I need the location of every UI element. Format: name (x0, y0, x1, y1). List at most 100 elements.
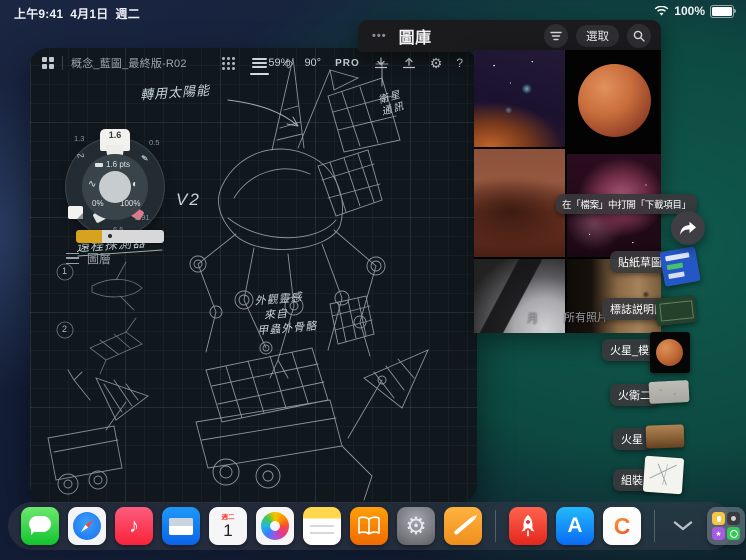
smoothing-icon: ∿ (88, 179, 97, 190)
file-thumb-assembly[interactable] (642, 455, 685, 495)
compass-icon (73, 512, 101, 540)
dock-divider (495, 510, 496, 542)
search-button[interactable] (627, 24, 651, 48)
color-well[interactable] (99, 171, 131, 203)
active-color-amber[interactable] (76, 230, 102, 243)
stroke-size-value[interactable]: 1.6 pts (95, 160, 130, 169)
share-button[interactable] (671, 211, 705, 245)
annotation-number-2: 2 (61, 324, 68, 334)
opacity-icon: ◐ (132, 179, 139, 190)
file-thumb-mars[interactable] (645, 424, 685, 449)
photos-title: 圖庫 (398, 30, 432, 47)
concepts-toolbar: 概念_藍圖_最終版-R02 ◇ 59% 90° PRO ⚙ ? (30, 48, 477, 78)
layers-label: 圖層 (87, 252, 112, 266)
rotation-value[interactable]: 90° (304, 57, 321, 69)
layers-panel-icon[interactable] (250, 57, 269, 75)
app-calendar[interactable]: 週二 1 (209, 507, 247, 545)
annotation-version: V2 (176, 190, 201, 209)
app-library[interactable]: ★ (707, 507, 745, 545)
app-rocket[interactable] (509, 507, 547, 545)
blueprint-sketch[interactable] (30, 48, 477, 503)
app-mail[interactable] (162, 507, 200, 545)
color-bar[interactable] (76, 230, 164, 243)
file-thumb-deimos[interactable] (648, 379, 690, 405)
battery-percent: 100% (674, 4, 705, 18)
app-appstore[interactable]: A (556, 507, 594, 545)
tool-wheel[interactable]: 1.6 ✎ ∿ ✒ 1.3 0.5 2.91 6.5 1.6 pts ∿ ◐ 0… (63, 129, 167, 237)
filter-button[interactable] (544, 24, 568, 48)
gallery-icon[interactable] (42, 57, 54, 69)
app-notes[interactable] (303, 507, 341, 545)
photos-window-header: ••• 圖庫 選取 (358, 20, 661, 52)
window-more-icon[interactable]: ••• (372, 30, 387, 42)
filter-icon (550, 31, 562, 41)
calendar-weekday: 週二 (221, 514, 235, 521)
dock-divider (654, 510, 655, 542)
file-thumb-logo-diagram[interactable] (654, 294, 698, 327)
paper-swatch-icon[interactable] (68, 206, 83, 219)
export-icon[interactable] (402, 57, 416, 70)
wifi-icon (654, 5, 669, 16)
annotation-number-1: 1 (61, 266, 68, 276)
photos-grid: 月 所有照片 (474, 50, 661, 333)
dock-collapse-button[interactable] (668, 507, 698, 545)
dock: ♪ 週二 1 ⚙ A C ★ (8, 502, 745, 550)
pen-icon (453, 516, 475, 536)
message-bubble-icon (29, 516, 51, 535)
status-indicators: 100% (654, 4, 736, 18)
chevron-down-icon (673, 521, 693, 531)
music-note-icon: ♪ (129, 514, 139, 537)
lasso-icon[interactable]: ◇ (284, 56, 293, 70)
concepts-c-icon: C (613, 512, 631, 539)
file-thumb-mars-model[interactable] (650, 332, 690, 373)
annotation-shell: 外觀靈感 來自 甲蟲外骨骼 (254, 289, 318, 339)
calendar-day: 1 (223, 521, 233, 540)
tab-month[interactable]: 月 (527, 309, 538, 325)
envelope-icon (169, 517, 193, 535)
appstore-a-icon: A (567, 514, 583, 537)
layers-list-icon (66, 253, 79, 264)
flower-icon (261, 512, 289, 540)
mini-app-yellow (712, 512, 725, 525)
status-bar: 上午9:41 4月1日 週二 100% (0, 0, 746, 22)
photo-mars-globe[interactable] (567, 50, 661, 152)
precision-grid-icon[interactable] (222, 56, 235, 70)
mini-app-green (727, 527, 740, 540)
app-messages[interactable] (21, 507, 59, 545)
app-music[interactable]: ♪ (115, 507, 153, 545)
mars-sphere (578, 64, 651, 137)
rocket-icon (521, 515, 535, 537)
select-button[interactable]: 選取 (576, 25, 619, 47)
import-icon[interactable] (374, 56, 388, 70)
app-photos[interactable] (256, 507, 294, 545)
tool-size-label: 0.5 (149, 138, 160, 147)
layers-row[interactable]: 圖層 (66, 250, 111, 267)
settings-icon[interactable]: ⚙ (430, 56, 443, 70)
battery-icon (710, 4, 736, 18)
concepts-app-window: 轉用太陽能 衛星 通訊 V2 遠程探測器 外觀靈感 來自 甲蟲外骨骼 1 2 概… (30, 48, 477, 503)
app-safari[interactable] (68, 507, 106, 545)
app-books[interactable] (350, 507, 388, 545)
share-arrow-icon (680, 221, 696, 235)
color-slider-dot[interactable] (108, 234, 112, 238)
color-slider-track[interactable] (102, 230, 164, 243)
app-settings[interactable]: ⚙ (397, 507, 435, 545)
file-thumb-sticker-sketch[interactable] (659, 246, 701, 287)
downloads-banner[interactable]: 在「檔案」中打開「下載項目」 (556, 194, 697, 214)
tool-size-label: 1.3 (74, 134, 85, 143)
open-book-icon (358, 516, 380, 535)
toolbar-divider (62, 56, 63, 70)
app-concepts[interactable]: C (603, 507, 641, 545)
mini-app-camera (727, 512, 740, 525)
tool-size-label: 2.91 (135, 213, 150, 222)
status-date: 4月1日 (70, 7, 109, 21)
photo-mars-desert[interactable] (474, 149, 565, 257)
status-time: 上午9:41 (14, 7, 64, 21)
help-button[interactable]: ? (456, 56, 463, 70)
status-datetime: 上午9:41 4月1日 週二 (14, 5, 140, 22)
app-sketch-pen[interactable] (444, 507, 482, 545)
smoothing-value[interactable]: 0% (92, 199, 104, 208)
pro-badge[interactable]: PRO (335, 58, 360, 69)
document-title[interactable]: 概念_藍圖_最終版-R02 (71, 55, 187, 71)
photo-volcano-night[interactable] (474, 50, 565, 147)
